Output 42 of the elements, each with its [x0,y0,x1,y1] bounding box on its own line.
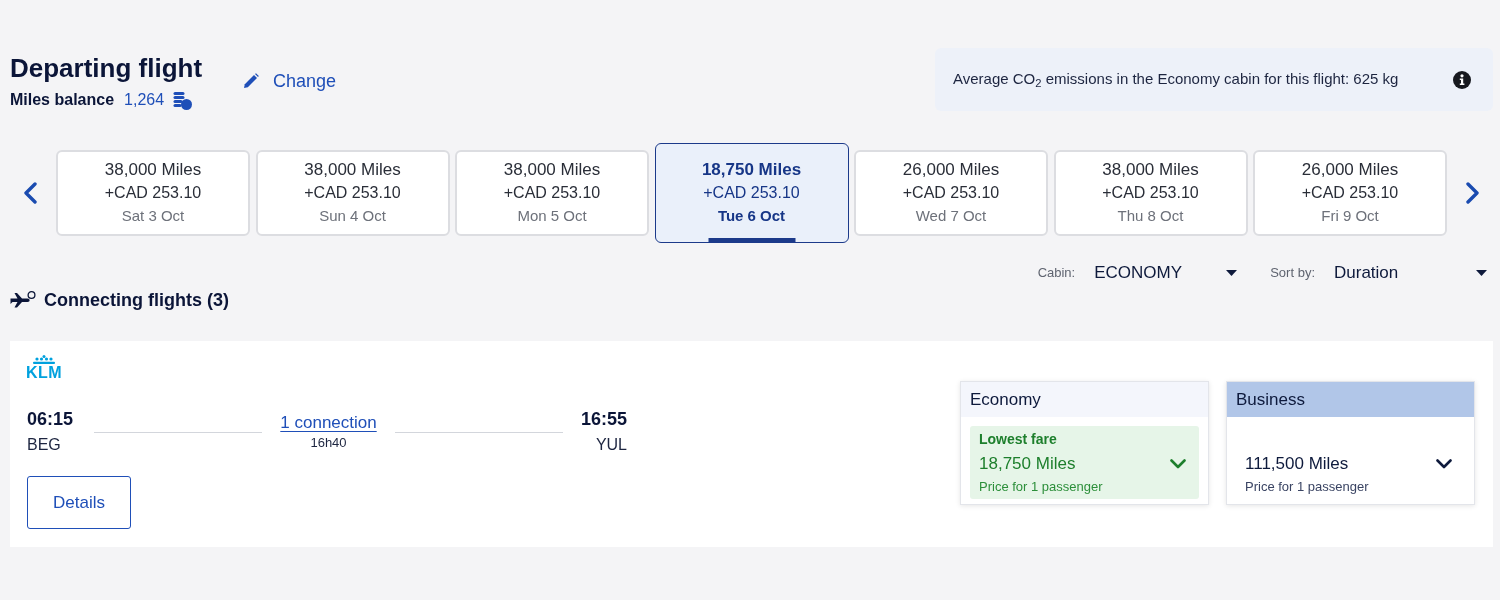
arrival-time: 16:55 [580,408,627,431]
date-tab[interactable]: 26,000 Miles +CAD 253.10 Fri 9 Oct [1253,150,1447,236]
chevron-left-icon[interactable] [23,182,37,204]
info-icon[interactable] [1453,70,1471,89]
date-tab[interactable]: 38,000 Miles +CAD 253.10 Mon 5 Oct [455,150,649,236]
caret-down-icon [1226,270,1238,276]
crown-icon [32,355,57,364]
fare-miles: 18,750 Miles [979,453,1076,476]
results-heading: Connecting flights (3) [44,288,229,312]
fare-note: Price for 1 passenger [1245,479,1369,495]
pencil-icon [243,73,259,89]
arrival-airport: YUL [595,435,627,455]
departure-airport: BEG [27,435,61,455]
coins-icon [173,90,193,110]
emissions-text: Average CO$_{2}$ emissions in the Economy cabin for this flight: 625 kg [953,69,1399,91]
filter-dropdown[interactable]: ECONOMY [1088,260,1244,286]
date-tab[interactable]: 38,000 Miles +CAD 253.10 Thu 8 Oct [1053,150,1248,236]
chevron-right-icon[interactable] [1466,182,1480,204]
miles-balance-value: 1,264 [124,90,165,110]
filter-label: Cabin: [1037,264,1076,283]
caret-down-icon [1476,270,1487,276]
date-tab[interactable]: 38,000 Miles +CAD 253.10 Sun 4 Oct [255,150,450,236]
fare-tag: Lowest fare [979,429,1057,449]
filter-label: Sort by: [1270,264,1315,283]
fare-cabin-header: Business [1227,382,1474,417]
date-tab[interactable]: 26,000 Miles +CAD 253.10 Wed 7 Oct [854,150,1048,236]
airline-name: KLM [26,366,63,380]
details-button[interactable]: Details [27,476,131,529]
change-link[interactable]: Change [243,67,337,95]
chevron-down-icon[interactable] [1436,459,1452,469]
airplane-icon [10,290,36,310]
date-tab[interactable]: 38,000 Miles +CAD 253.10 Sat 3 Oct [56,150,250,236]
fare-miles: 111,500 Miles [1245,453,1349,476]
fare-note: Price for 1 passenger [979,479,1103,495]
departure-time: 06:15 [27,408,74,431]
page-title: Departing flight [10,52,203,84]
filter-dropdown[interactable]: Duration [1328,260,1493,286]
miles-balance-label: Miles balance [10,90,115,110]
fare-cabin-header: Economy [961,382,1208,417]
date-tab[interactable]: 18,750 Miles +CAD 253.10 Tue 6 Oct [654,143,849,243]
flight-duration: 16h40 [310,434,347,452]
connections-link[interactable]: 1 connection [280,412,377,434]
